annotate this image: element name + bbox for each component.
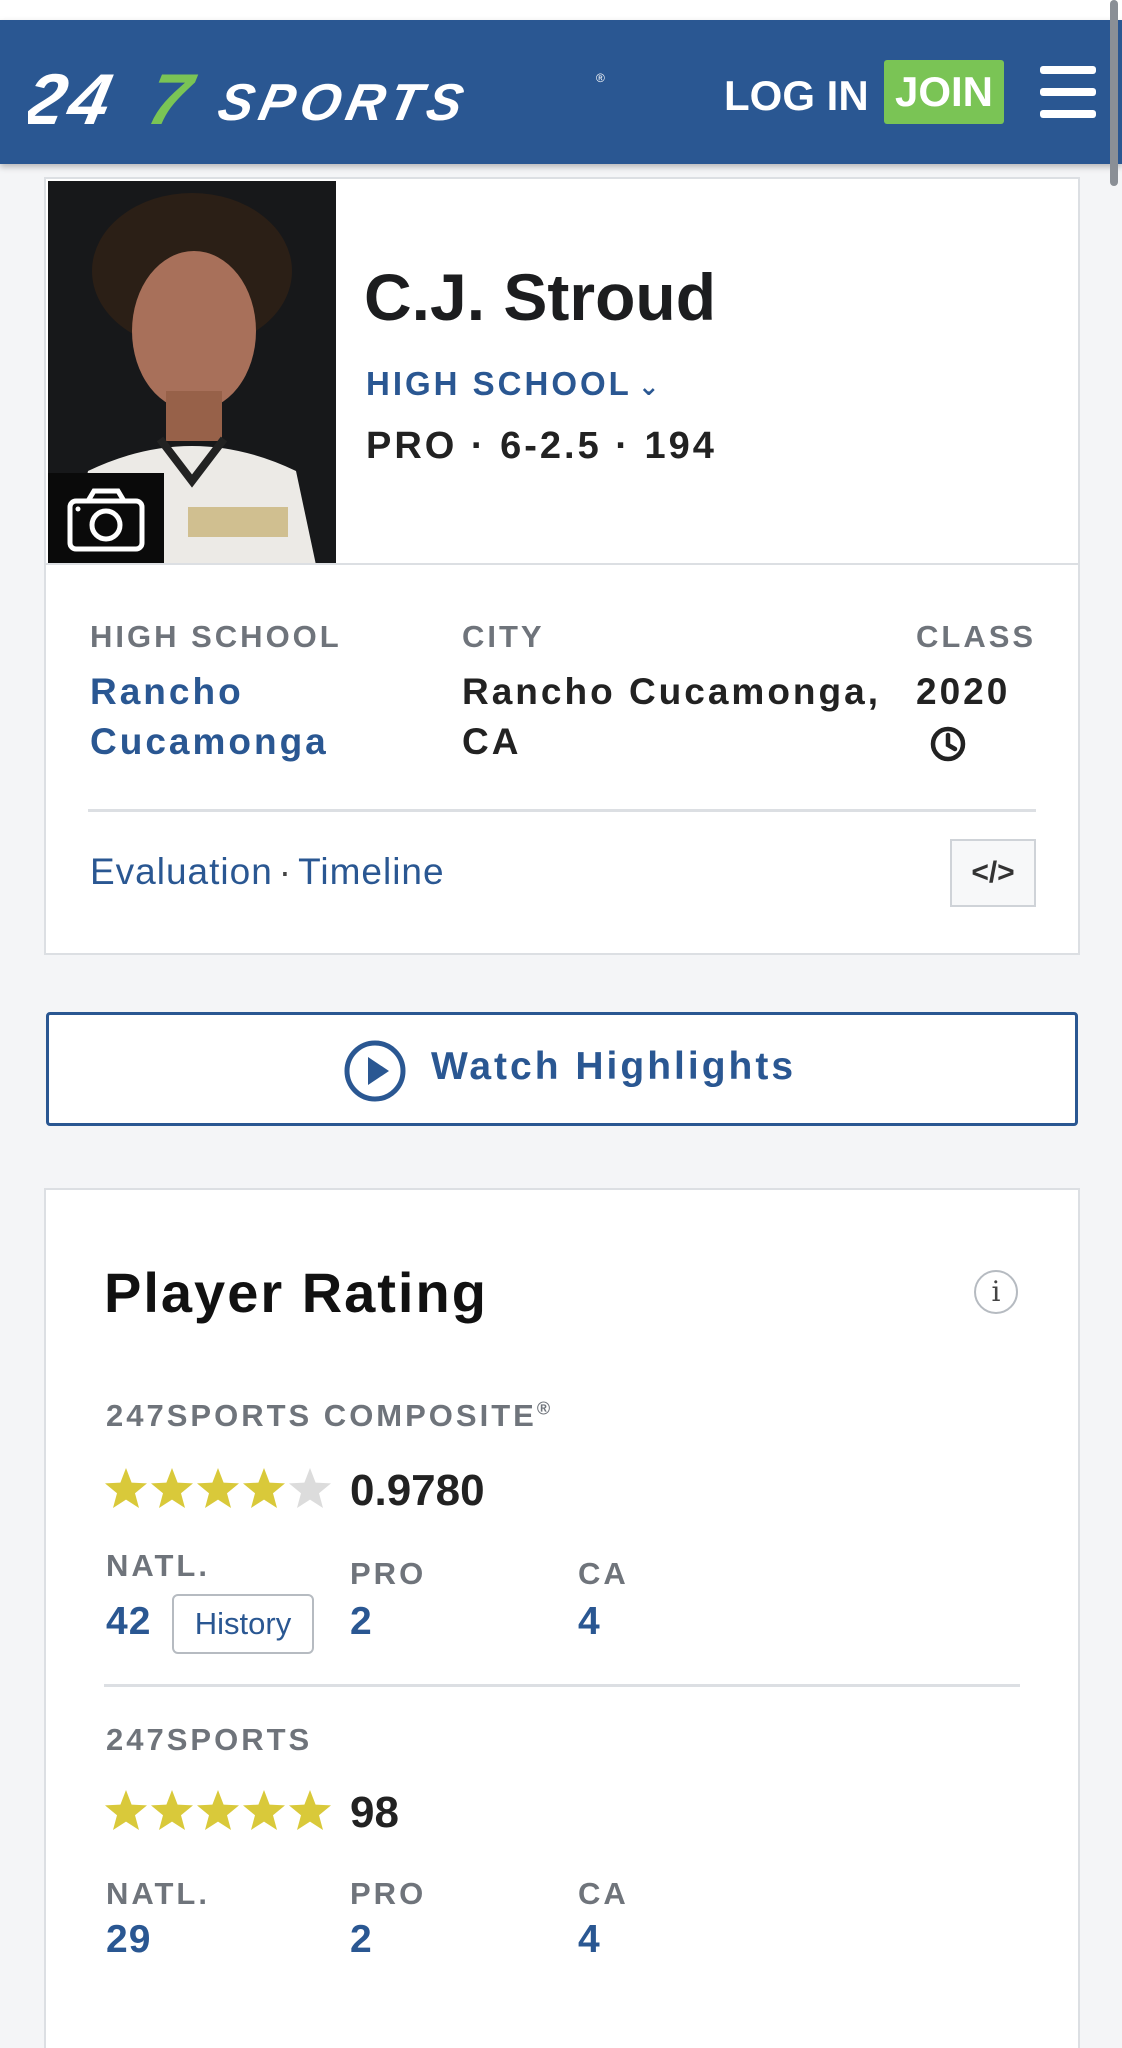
city-label: CITY	[462, 619, 545, 654]
star-filled-icon	[151, 1468, 193, 1508]
composite-label: 247SPORTS COMPOSITE®	[106, 1398, 553, 1434]
high-school-label: HIGH SCHOOL	[90, 619, 342, 654]
divider	[88, 809, 1036, 812]
play-circle-icon	[344, 1040, 406, 1102]
clock-icon[interactable]	[928, 724, 968, 764]
login-link[interactable]: LOG IN	[724, 64, 869, 128]
star-filled-icon	[105, 1468, 147, 1508]
camera-icon[interactable]	[48, 473, 164, 565]
site-logo[interactable]: 24 7 SPORTS ®	[15, 60, 608, 140]
embed-code-button[interactable]: </>	[950, 839, 1036, 907]
city-value: Rancho Cucamonga, CA	[462, 671, 881, 762]
composite-position-rank[interactable]: 2	[350, 1600, 373, 1644]
class-value: 2020	[916, 671, 1011, 712]
link-separator: ·	[278, 851, 293, 892]
svg-text:7: 7	[141, 62, 202, 138]
watch-highlights-button[interactable]: Watch Highlights	[46, 1012, 1078, 1126]
star-filled-icon	[243, 1790, 285, 1830]
247sports-stars	[104, 1786, 332, 1834]
247sports-state-label: CA	[578, 1876, 629, 1911]
star-empty-icon	[289, 1468, 331, 1508]
registered-mark: ®	[536, 1398, 554, 1419]
svg-text:®: ®	[596, 71, 605, 85]
svg-text:SPORTS: SPORTS	[213, 74, 474, 132]
247sports-natl-label: NATL.	[106, 1876, 210, 1911]
star-filled-icon	[289, 1790, 331, 1830]
247sports-label: 247SPORTS	[106, 1722, 313, 1757]
composite-position-label: PRO	[350, 1556, 427, 1591]
view-selector-label: HIGH SCHOOL	[366, 365, 632, 402]
site-header: 24 7 SPORTS ® LOG IN JOIN	[0, 20, 1122, 164]
composite-label-text: 247SPORTS COMPOSITE	[106, 1398, 537, 1433]
star-filled-icon	[197, 1468, 239, 1508]
high-school-link[interactable]: Rancho Cucamonga	[90, 667, 420, 767]
view-selector-dropdown[interactable]: HIGH SCHOOL ⌄	[366, 365, 663, 403]
player-profile-card: C.J. Stroud HIGH SCHOOL ⌄ PRO · 6-2.5 · 1…	[44, 177, 1080, 955]
star-filled-icon	[197, 1790, 239, 1830]
info-icon[interactable]: i	[974, 1270, 1018, 1314]
star-filled-icon	[151, 1790, 193, 1830]
247sports-position-label: PRO	[350, 1876, 427, 1911]
join-button[interactable]: JOIN	[884, 60, 1004, 124]
247sports-score: 98	[350, 1788, 399, 1837]
hamburger-menu-icon[interactable]	[1040, 66, 1096, 118]
history-button[interactable]: History	[172, 1594, 314, 1654]
247sports-position-rank[interactable]: 2	[350, 1918, 373, 1962]
status-strip	[0, 0, 1122, 20]
composite-natl-rank[interactable]: 42	[106, 1600, 151, 1644]
star-filled-icon	[243, 1468, 285, 1508]
watch-highlights-label: Watch Highlights	[431, 1045, 797, 1088]
player-name: C.J. Stroud	[364, 260, 717, 334]
timeline-link[interactable]: Timeline	[298, 851, 444, 892]
evaluation-link[interactable]: Evaluation	[90, 851, 273, 892]
composite-natl-label: NATL.	[106, 1548, 210, 1583]
composite-stars	[104, 1464, 332, 1512]
player-rating-title: Player Rating	[104, 1261, 488, 1324]
star-filled-icon	[105, 1790, 147, 1830]
composite-state-rank[interactable]: 4	[578, 1600, 601, 1644]
composite-state-label: CA	[578, 1556, 629, 1591]
svg-text:24: 24	[28, 62, 123, 138]
247sports-state-rank[interactable]: 4	[578, 1918, 601, 1962]
player-measurements: PRO · 6-2.5 · 194	[366, 425, 717, 467]
chevron-down-icon: ⌄	[637, 371, 663, 401]
divider	[46, 563, 1078, 565]
profile-links: Evaluation · Timeline	[90, 851, 445, 893]
class-label: CLASS	[916, 619, 1037, 654]
player-rating-card: Player Rating i 247SPORTS COMPOSITE® 0.9…	[44, 1188, 1080, 2048]
247sports-natl-rank[interactable]: 29	[106, 1918, 151, 1962]
player-photo[interactable]	[48, 181, 336, 565]
divider	[104, 1684, 1020, 1687]
page-scrollbar[interactable]	[1110, 0, 1118, 186]
composite-score: 0.9780	[350, 1466, 485, 1515]
